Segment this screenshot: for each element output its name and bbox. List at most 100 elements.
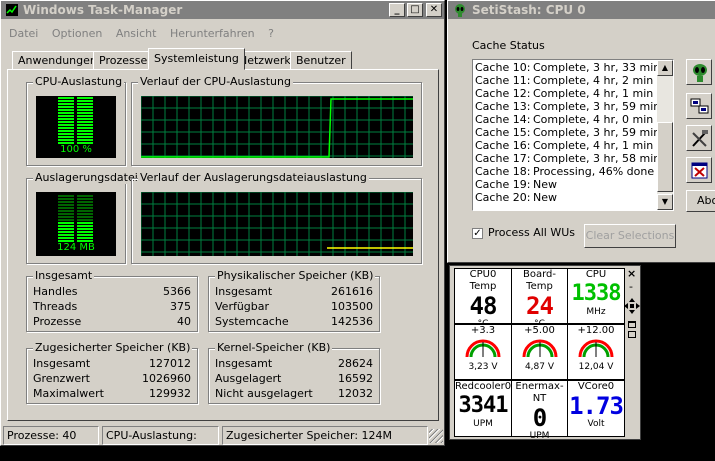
cache-list-item[interactable]: Cache 15: Complete, 3 hr, 59 min (475, 126, 660, 139)
move-arrows-icon[interactable] (624, 298, 640, 314)
stat-row: Grenzwert 1026960 (33, 372, 191, 386)
tab-anwendungen[interactable]: Anwendungen (12, 51, 103, 70)
board-temp-label: Board-Temp (523, 269, 556, 292)
cache-list-item[interactable]: Cache 16: Complete, 4 hr, 1 min (475, 139, 655, 152)
maximize-button[interactable]: □ (407, 3, 423, 17)
board-temp-panel: Board-Temp 24 °C (511, 268, 568, 329)
redcooler-panel: Redcooler0 3341 UPM (454, 380, 512, 437)
menu-herunterfahren[interactable]: Herunterfahren (170, 27, 255, 40)
tab-label: Benutzer (296, 54, 346, 67)
stat-key: Verfügbar (215, 300, 270, 313)
monitor-minimize-icon[interactable]: - (629, 280, 633, 293)
cache-scrollbar[interactable]: ▲ ▼ (657, 60, 673, 210)
status-cpu: CPU-Auslastung: 100% (102, 426, 219, 459)
monitor-close-icon[interactable]: × (627, 267, 636, 280)
volt-value: 3,23 (468, 362, 489, 372)
kernel-memory-group: Kernel-Speicher (KB) Insgesamt 28624 Ausg… (208, 341, 380, 404)
menu-datei[interactable]: Datei (9, 27, 38, 40)
volt-unit: V (547, 362, 555, 372)
cpu0-temp-label: CPU0 Temp (469, 269, 497, 292)
cache-status: Complete, 4 hr, 1 min (533, 139, 654, 152)
process-all-label[interactable]: Process All WUs (488, 226, 575, 239)
close-button[interactable]: ✕ (426, 3, 442, 17)
side-abo-button[interactable]: Abo (686, 190, 715, 212)
cache-list-item[interactable]: Cache 12: Complete, 4 hr, 1 min (475, 87, 655, 100)
tab-label: Prozesse (99, 54, 148, 67)
monitor-window-icon[interactable] (628, 321, 636, 328)
monitor-lock-icon[interactable] (628, 331, 636, 338)
volt-5v-label: +5.00 (524, 325, 555, 336)
stat-value: 40 (177, 315, 191, 328)
board-temp-value: 24 (526, 292, 554, 320)
cache-name: Cache 16: (475, 139, 531, 152)
cache-list-item[interactable]: Cache 13: Complete, 3 hr, 59 min (475, 100, 660, 113)
enermax-unit: UPM (529, 431, 550, 441)
cache-name: Cache 11: (475, 74, 531, 87)
volt-12v-readout: 12,04 V (568, 362, 624, 372)
resize-grip-icon[interactable] (429, 429, 443, 443)
taskmgr-titlebar[interactable]: Windows Task-Manager _ □ ✕ (1, 1, 444, 19)
cache-list-item[interactable]: Cache 20: New (475, 191, 655, 204)
menu-help[interactable]: ? (268, 27, 274, 40)
cache-name: Cache 15: (475, 126, 531, 139)
cache-list-item[interactable]: Cache 18: Processing, 46% done (475, 165, 655, 178)
vcore-value: 1.73 (569, 392, 624, 420)
redcooler-value: 3341 (458, 393, 509, 418)
physical-memory-group: Physikalischer Speicher (KB) Insgesamt 26… (208, 269, 380, 332)
cache-status: Complete, 4 hr, 2 min (533, 74, 654, 87)
cache-status-label: Cache Status (472, 39, 545, 52)
menu-optionen[interactable]: Optionen (52, 27, 102, 40)
cache-status: Complete, 3 hr, 59 min (533, 100, 661, 113)
cache-list-item[interactable]: Cache 19: New (475, 178, 655, 191)
cache-list-item[interactable]: Cache 11: Complete, 4 hr, 2 min (475, 74, 655, 87)
enermax-label: Enermax-NT (515, 381, 564, 404)
cache-name: Cache 20: (475, 191, 531, 204)
setistash-titlebar[interactable]: SetiStash: CPU 0 (448, 1, 715, 19)
cache-list-item[interactable]: Cache 14: Complete, 4 hr, 0 min (475, 113, 655, 126)
exit-button[interactable] (686, 157, 712, 183)
cache-list-item[interactable]: Cache 17: Complete, 3 hr, 58 min (475, 152, 660, 165)
process-all-checkbox[interactable]: ✓ (472, 228, 483, 239)
clear-selections-label: Clear Selections (585, 229, 675, 242)
stat-value: 142536 (331, 315, 373, 328)
scroll-down-arrow-icon[interactable]: ▼ (657, 194, 673, 210)
clear-selections-button[interactable]: Clear Selections (584, 224, 676, 248)
stat-key: Systemcache (215, 315, 289, 328)
scroll-up-arrow-icon[interactable]: ▲ (657, 60, 673, 76)
minimize-button[interactable]: _ (389, 3, 405, 17)
volt-5v-panel: +5.00 4,87 V (511, 324, 568, 380)
tab-benutzer[interactable]: Benutzer (290, 51, 352, 70)
stat-key: Grenzwert (33, 372, 90, 385)
cache-status: Processing, 46% done (533, 165, 655, 178)
stat-row: Prozesse 40 (33, 315, 191, 329)
status-processes: Prozesse: 40 (3, 426, 99, 445)
volt-12v-gauge-icon (578, 339, 614, 358)
kernel-memory-label: Kernel-Speicher (KB) (215, 341, 333, 354)
volt-value: 12,04 (578, 362, 605, 372)
tab-systemleistung[interactable]: Systemleistung (148, 48, 245, 70)
enermax-panel: Enermax-NT 0 UPM (511, 380, 568, 441)
stat-row: Verfügbar 103500 (215, 300, 373, 314)
tab-prozesse[interactable]: Prozesse (93, 51, 154, 70)
hammer-wrench-icon (692, 130, 708, 147)
stat-value: 129932 (149, 387, 191, 400)
tools-button[interactable] (686, 125, 712, 151)
volt-3v3-panel: +3.3 3,23 V (454, 324, 512, 380)
alien-icon (693, 64, 707, 82)
cpu-mhz-unit: MHz (586, 307, 606, 317)
cpu-history-label: Verlauf der CPU-Auslastung (138, 75, 293, 88)
volt-12v-panel: +12.00 12,04 V (567, 324, 625, 380)
cache-name: Cache 10: (475, 61, 531, 74)
volt-12v-label: +12.00 (577, 325, 615, 336)
stat-key: Nicht ausgelagert (215, 387, 313, 400)
side-abo-label: Abo (697, 194, 715, 207)
volt-5v-gauge-icon (522, 339, 557, 358)
scroll-thumb[interactable] (657, 122, 673, 192)
cache-list-item[interactable]: Cache 10: Complete, 3 hr, 33 min (475, 61, 660, 74)
cache-list[interactable]: Cache 10: Complete, 3 hr, 33 min Cache 11:… (472, 59, 674, 211)
menu-ansicht[interactable]: Ansicht (116, 27, 157, 40)
stat-key: Threads (33, 300, 78, 313)
pagefile-history-label: Verlauf der Auslagerungsdateiauslastung (138, 171, 369, 184)
alien-tool-button[interactable] (686, 59, 712, 85)
computers-button[interactable] (686, 93, 712, 119)
